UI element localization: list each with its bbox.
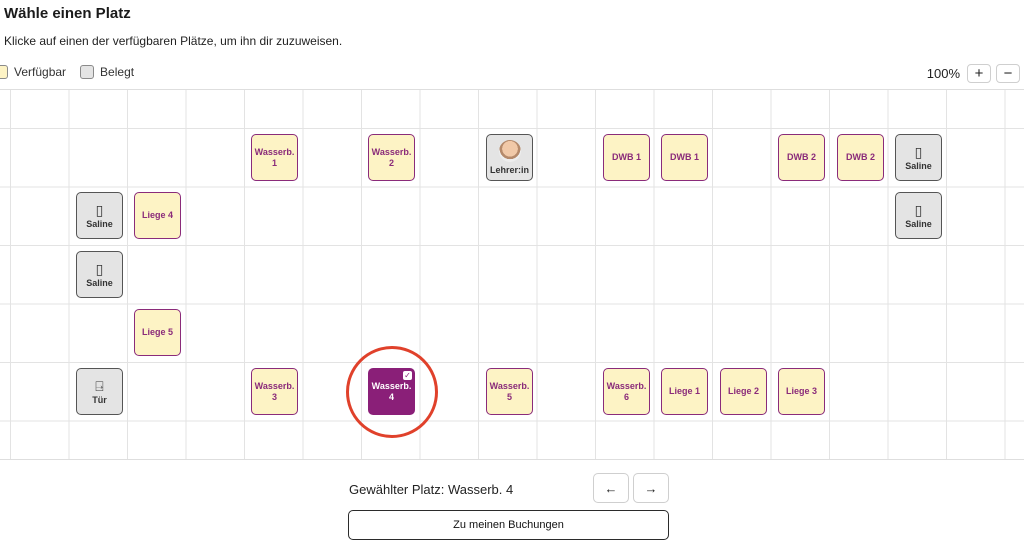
seat-number: 5: [506, 391, 512, 402]
seat-number: 2: [388, 157, 394, 168]
seat-number: 3: [271, 391, 277, 402]
my-bookings-button[interactable]: Zu meinen Buchungen: [348, 510, 669, 540]
zoom-in-button[interactable]: +: [967, 64, 991, 83]
seat-liege-5[interactable]: Liege 5: [134, 309, 181, 356]
seat-label: Saline: [905, 218, 932, 229]
selected-seat-text: Gewählter Platz: Wasserb. 4: [349, 482, 514, 497]
seat-label: Liege 1: [668, 386, 700, 396]
page-title: Wähle einen Platz: [4, 5, 131, 22]
seat-wasserb-2[interactable]: Wasserb. 2: [368, 134, 415, 181]
seat-label: Lehrer:in: [489, 164, 529, 175]
legend-occupied-label: Belegt: [100, 65, 135, 79]
door-icon: ⍈: [95, 377, 104, 394]
saline-icon: ▯: [95, 260, 104, 277]
next-seat-button[interactable]: →: [633, 473, 669, 503]
seat-label: Liege 3: [785, 386, 817, 396]
seat-saline-top-right: ▯ Saline: [895, 134, 942, 181]
seat-label: DWB 2: [787, 152, 816, 162]
seat-label: DWB 2: [846, 152, 875, 162]
seat-dwb-1b[interactable]: DWB 1: [661, 134, 708, 181]
seat-label: Wasserb.: [254, 146, 295, 157]
seat-wasserb-6[interactable]: Wasserb. 6: [603, 368, 650, 415]
seat-liege-2[interactable]: Liege 2: [720, 368, 767, 415]
seat-liege-4[interactable]: Liege 4: [134, 192, 181, 239]
seat-dwb-2b[interactable]: DWB 2: [837, 134, 884, 181]
seat-number: 6: [623, 391, 629, 402]
seat-label: Liege 5: [141, 327, 173, 337]
seat-label: Saline: [86, 277, 113, 288]
seat-liege-3[interactable]: Liege 3: [778, 368, 825, 415]
seat-label: Saline: [86, 218, 113, 229]
seat-saline-left-2: ▯ Saline: [76, 251, 123, 298]
seat-wasserb-3[interactable]: Wasserb. 3: [251, 368, 298, 415]
seat-wasserb-1[interactable]: Wasserb. 1: [251, 134, 298, 181]
seat-liege-1[interactable]: Liege 1: [661, 368, 708, 415]
seat-door: ⍈ Tür: [76, 368, 123, 415]
saline-icon: ▯: [914, 201, 923, 218]
seat-label: DWB 1: [612, 152, 641, 162]
seat-label: Tür: [92, 394, 107, 405]
seat-label: Wasserb.: [489, 380, 530, 391]
seat-label: Liege 4: [141, 210, 173, 220]
seat-number: 1: [271, 157, 277, 168]
legend-occupied-swatch: [80, 65, 95, 79]
saline-icon: ▯: [95, 201, 104, 218]
seat-saline-left-1: ▯ Saline: [76, 192, 123, 239]
seat-wasserb-5[interactable]: Wasserb. 5: [486, 368, 533, 415]
legend-available-label: Verfügbar: [14, 65, 67, 79]
seat-label: Wasserb.: [254, 380, 295, 391]
previous-seat-button[interactable]: ←: [593, 473, 629, 503]
seat-label: DWB 1: [670, 152, 699, 162]
seat-dwb-2a[interactable]: DWB 2: [778, 134, 825, 181]
zoom-level: 100%: [926, 66, 960, 81]
seat-saline-right-2: ▯ Saline: [895, 192, 942, 239]
seat-label: Wasserb.: [606, 380, 647, 391]
selection-highlight-ring: [346, 346, 438, 438]
seat-label: Liege 2: [727, 386, 759, 396]
seat-dwb-1a[interactable]: DWB 1: [603, 134, 650, 181]
seat-label: Wasserb.: [371, 146, 412, 157]
arrow-right-icon: →: [644, 480, 658, 496]
legend: Verfügbar Belegt: [0, 65, 134, 79]
zoom-controls: 100% + −: [927, 64, 1020, 83]
saline-icon: ▯: [914, 143, 923, 160]
teacher-avatar: [498, 139, 521, 162]
arrow-left-icon: ←: [604, 480, 618, 496]
seat-teacher: Lehrer:in: [486, 134, 533, 181]
seat-label: Saline: [905, 160, 932, 171]
zoom-out-button[interactable]: −: [996, 64, 1020, 83]
page-subtitle: Klicke auf einen der verfügbaren Plätze,…: [4, 34, 343, 48]
legend-available-swatch: [0, 65, 8, 79]
